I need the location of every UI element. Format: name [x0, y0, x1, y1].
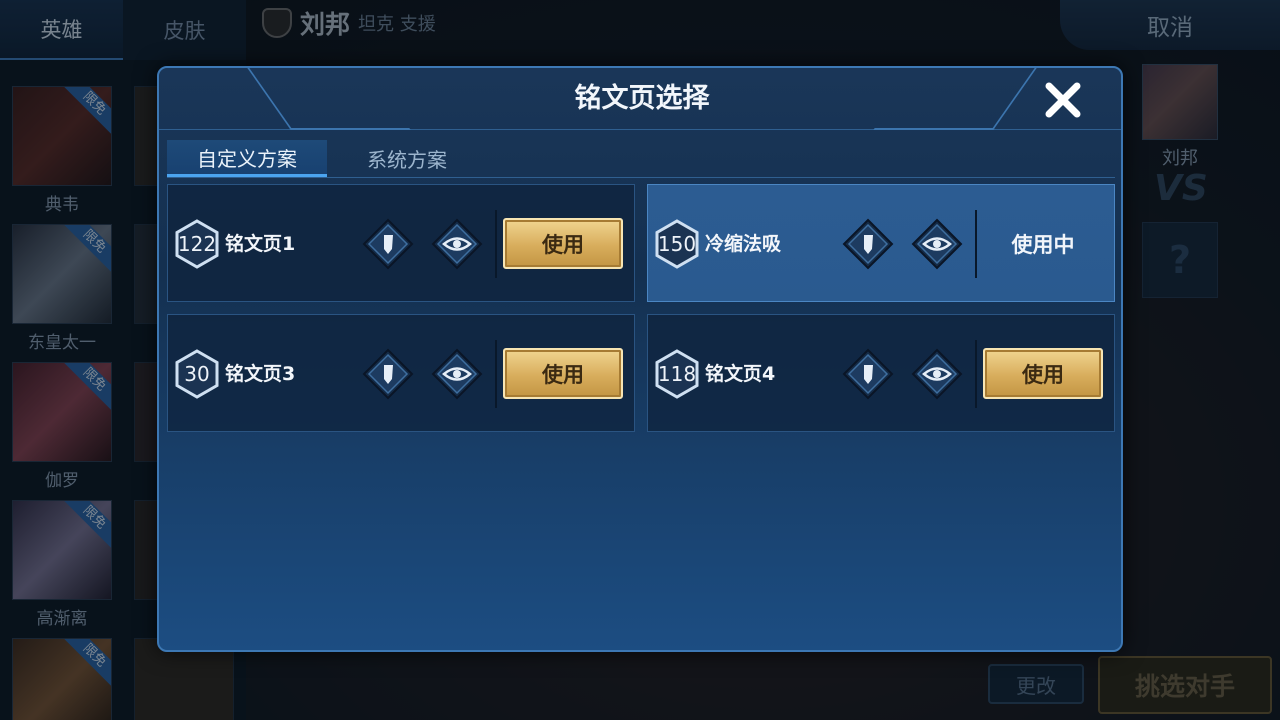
level-badge: 150: [654, 219, 700, 269]
eye-icon: [911, 348, 963, 400]
inscription-level: 118: [657, 362, 697, 386]
scheme-tabs: 自定义方案 系统方案: [167, 140, 1115, 178]
pencil-icon: [842, 348, 894, 400]
inscription-page-name: 冷缩法吸: [705, 233, 782, 255]
preview-button[interactable]: [911, 348, 963, 400]
inscription-page-name: 铭文页4: [705, 363, 776, 385]
eye-icon: [431, 218, 483, 270]
card-divider: [975, 210, 977, 278]
inscription-level: 30: [184, 362, 210, 386]
inscription-page-dialog: 铭文页选择 自定义方案 系统方案 122 铭文页1 使用 150 冷缩法吸 使用…: [157, 66, 1123, 652]
inscription-page-card[interactable]: 118 铭文页4 使用: [647, 314, 1115, 432]
pencil-icon: [842, 218, 894, 270]
level-badge: 30: [174, 349, 220, 399]
eye-icon: [431, 348, 483, 400]
edit-button[interactable]: [362, 348, 414, 400]
inscription-level: 122: [177, 232, 217, 256]
in-use-label: 使用中: [1011, 232, 1075, 257]
inscription-page-name: 铭文页3: [225, 363, 296, 385]
eye-icon: [911, 218, 963, 270]
card-divider: [495, 210, 497, 278]
use-button[interactable]: 使用: [503, 218, 623, 269]
tab-custom-scheme[interactable]: 自定义方案: [167, 140, 327, 177]
dialog-title: 铭文页选择: [574, 83, 710, 114]
card-divider: [495, 340, 497, 408]
pencil-icon: [362, 218, 414, 270]
use-button[interactable]: 使用: [503, 348, 623, 399]
edit-button[interactable]: [362, 218, 414, 270]
inscription-page-card[interactable]: 150 冷缩法吸 使用中: [647, 184, 1115, 302]
inscription-page-card[interactable]: 122 铭文页1 使用: [167, 184, 635, 302]
use-button[interactable]: 使用: [983, 348, 1103, 399]
game-screen: 英雄 皮肤 限免 典韦 限免 东皇太一 限免 伽罗 限免 高渐离 限免 刘邦 坦…: [0, 0, 1280, 720]
pencil-icon: [362, 348, 414, 400]
dialog-title-bar: 铭文页选择: [159, 68, 1121, 130]
close-button[interactable]: [1041, 78, 1085, 122]
level-badge: 118: [654, 349, 700, 399]
edit-button[interactable]: [842, 348, 894, 400]
card-divider: [975, 340, 977, 408]
level-badge: 122: [174, 219, 220, 269]
inscription-level: 150: [657, 232, 697, 256]
close-icon: [1045, 82, 1081, 118]
preview-button[interactable]: [431, 218, 483, 270]
inscription-page-name: 铭文页1: [225, 233, 296, 255]
tab-system-scheme[interactable]: 系统方案: [327, 140, 487, 177]
preview-button[interactable]: [431, 348, 483, 400]
preview-button[interactable]: [911, 218, 963, 270]
inscription-page-card[interactable]: 30 铭文页3 使用: [167, 314, 635, 432]
edit-button[interactable]: [842, 218, 894, 270]
